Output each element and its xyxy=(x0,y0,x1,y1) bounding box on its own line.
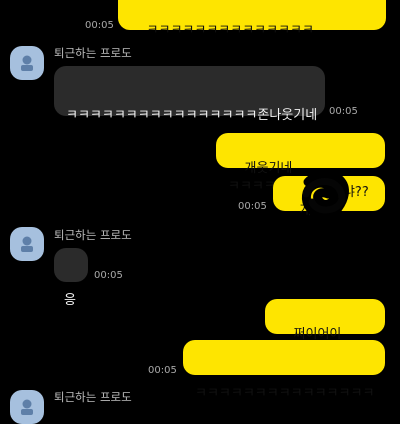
default-profile-icon xyxy=(21,399,33,415)
chat-room: ㅋㅋㅋㅋㅋㅋㅋㅋㅋㅋㅋㅋㅋㅋ 00:05 퇴근하는 프로도 ㅋㅋㅋㅋㅋㅋㅋㅋㅋㅋ… xyxy=(0,0,400,424)
sender-avatar[interactable] xyxy=(10,390,44,424)
redaction-scribble-icon xyxy=(301,170,349,219)
sender-avatar[interactable] xyxy=(10,227,44,261)
message-bubble-outgoing[interactable]: 쩌이어이~~~~~~ xyxy=(265,299,385,360)
message-time: 00:05 xyxy=(238,201,267,212)
message-time: 00:05 xyxy=(329,106,358,117)
message-bubble-outgoing[interactable]: ㅋㅋㅋㅋㅋㅋㅋㅋㅋㅋㅋㅋㅋㅋㅋ xyxy=(183,340,385,401)
sender-name: 퇴근하는 프로도 xyxy=(54,390,132,404)
message-text: 응 xyxy=(64,293,76,308)
sender-name: 퇴근하는 프로도 xyxy=(54,228,132,242)
message-bubble-incoming[interactable]: 응 xyxy=(54,248,88,308)
sender-avatar[interactable] xyxy=(10,46,44,80)
message-text: ㅋㅋㅋㅋㅋㅋㅋㅋㅋㅋㅋㅋㅋㅋ xyxy=(146,23,314,38)
message-bubble-outgoing[interactable]: ㅋㅋㅋㅋㅋㅋㅋㅋㅋㅋㅋㅋㅋㅋ xyxy=(118,0,386,38)
message-time: 00:05 xyxy=(94,270,123,281)
message-text: ㅋㅋㅋㅋㅋㅋㅋㅋㅋㅋㅋㅋㅋㅋㅋㅋ존나웃기네 xyxy=(66,108,318,123)
message-bubble-outgoing[interactable]: 개웃기네 ㅋㅋㅋㅋㅋㅋㅋㅋ xyxy=(216,133,385,194)
sender-name: 퇴근하는 프로도 xyxy=(54,46,132,60)
default-profile-icon xyxy=(21,55,33,71)
default-profile-icon xyxy=(21,236,33,252)
message-bubble-incoming[interactable]: ㅋㅋㅋㅋㅋㅋㅋㅋㅋㅋㅋㅋㅋㅋㅋㅋ존나웃기네 xyxy=(54,66,325,123)
message-time: 00:05 xyxy=(85,20,114,31)
message-text: ㅋㅋㅋㅋㅋㅋㅋㅋㅋㅋㅋㅋㅋㅋㅋ xyxy=(195,386,375,401)
message-time: 00:05 xyxy=(148,365,177,376)
